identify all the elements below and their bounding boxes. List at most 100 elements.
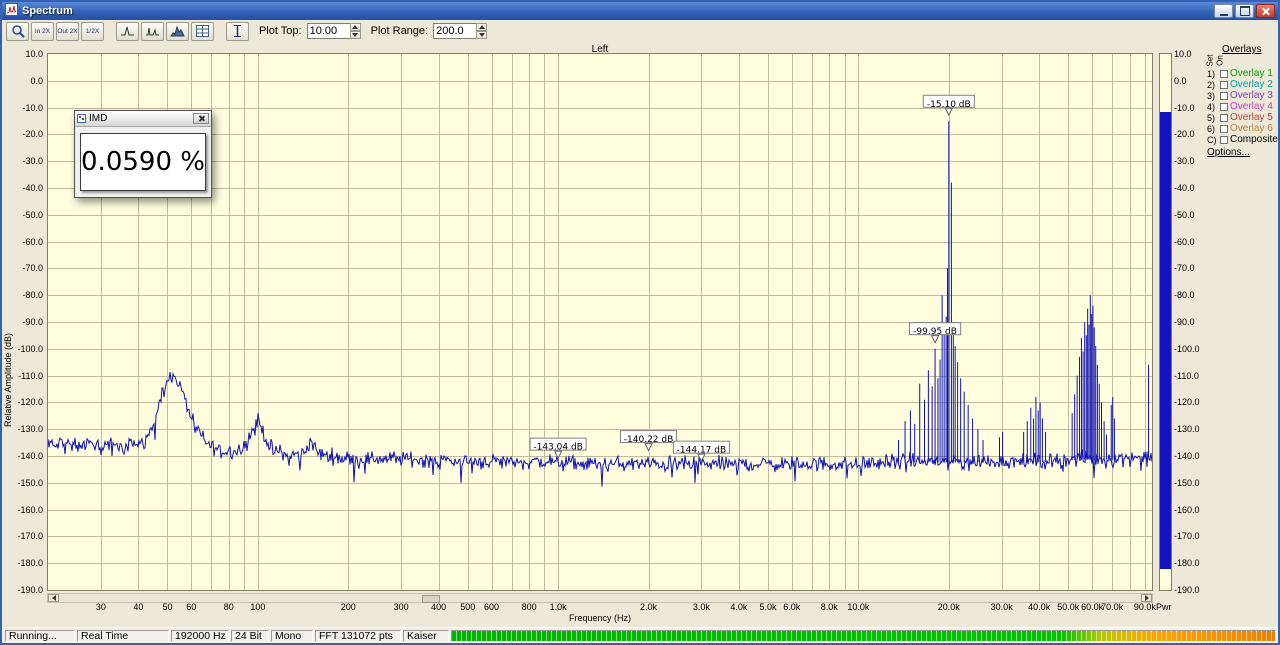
overlay-on-checkbox[interactable]	[1220, 91, 1228, 100]
x-axis-tick-label: 300	[393, 602, 409, 612]
y-axis-tick-label: -110.0	[1174, 370, 1199, 381]
x-axis-tick-label: 70.0k	[1101, 602, 1124, 612]
overlay-set-button[interactable]: C)	[1207, 135, 1218, 145]
spectrum-app-icon	[5, 3, 18, 19]
overlay-row: C) Composite	[1206, 134, 1278, 145]
cursor-measure-button[interactable]	[226, 21, 249, 41]
imd-value: 0.0590 %	[80, 132, 206, 191]
minimize-icon	[1219, 13, 1228, 16]
overlay-set-button[interactable]: 2)	[1207, 80, 1218, 90]
cursor-marker-label: -99.95 dB	[913, 327, 957, 337]
y-axis-tick-label: -160.0	[17, 504, 43, 515]
y-axis-tick-label: -130.0	[17, 424, 43, 435]
y-axis-tick-label: 0.0	[1174, 75, 1187, 86]
overlay-on-checkbox[interactable]	[1220, 124, 1228, 133]
overlay-set-button[interactable]: 3)	[1207, 91, 1218, 101]
overlay-label: Composite	[1230, 134, 1278, 145]
y-axis-tick-label: -130.0	[1174, 424, 1200, 435]
plot-top-input[interactable]	[306, 23, 350, 39]
zoom-button[interactable]	[6, 21, 29, 41]
cursor-marker: -143.04 dB	[529, 437, 587, 460]
zoom-out-2x-button[interactable]: Out 2X	[56, 21, 79, 41]
y-axis-tick-label: -80.0	[1174, 290, 1195, 301]
x-axis-tick-label: 10.0k	[847, 602, 870, 612]
overlay-label: Overlay 3	[1230, 90, 1273, 101]
y-axis-tick-label: -180.0	[17, 558, 43, 569]
x-axis-tick-label: 60	[186, 602, 197, 612]
maximize-button[interactable]	[1235, 4, 1254, 18]
plot-range-decrement-button[interactable]	[476, 31, 488, 39]
spectrum-window: Spectrum In 2X Out 2X 1/2X Plot Top: 10.…	[0, 0, 1280, 645]
arrow-right-icon	[1144, 595, 1152, 601]
overlays-options-button[interactable]: Options...	[1207, 147, 1250, 158]
imd-close-button[interactable]	[193, 113, 209, 124]
magnifier-icon	[11, 25, 25, 38]
cursor-marker-label: -143.04 dB	[533, 443, 583, 453]
y-axis-tick-label: -120.0	[17, 397, 43, 408]
dual-peak-plot-button[interactable]	[141, 21, 164, 41]
scroll-left-button[interactable]	[48, 594, 59, 602]
y-axis-tick-label: 0.0	[30, 75, 43, 86]
x-axis-tick-label: 500	[460, 602, 476, 612]
plot-frame: -15.10 dB -99.95 dB -143.04 dB -140.22 dB -1…	[47, 53, 1153, 591]
overlay-row: 4) Overlay 4	[1206, 101, 1278, 112]
overlays-list: 1) Overlay 1 2) Overlay 2 3) Overlay 3 4) Overl…	[1206, 68, 1278, 145]
overlay-on-checkbox[interactable]	[1220, 135, 1228, 144]
magnifier-in-2x-icon: In 2X	[34, 27, 51, 35]
overlay-label: Overlay 5	[1230, 112, 1273, 123]
scroll-right-button[interactable]	[1141, 594, 1152, 602]
maximize-icon	[1239, 6, 1250, 16]
arrow-left-icon	[49, 595, 56, 601]
overlay-set-button[interactable]: 6)	[1207, 124, 1218, 134]
zoom-half-button[interactable]: 1/2X	[81, 21, 104, 41]
toolbar: In 2X Out 2X 1/2X Plot Top: Plot Range:	[2, 20, 1278, 43]
spectrum-plot[interactable]: -15.10 dB -99.95 dB -143.04 dB -140.22 dB-1…	[48, 54, 1152, 590]
overlays-panel: Overlays Set On 1) Overlay 1 2) Overlay 2 3)…	[1206, 44, 1278, 204]
power-bar-meter	[1159, 53, 1172, 591]
spectrum-peaks	[898, 121, 1150, 463]
overlay-set-button[interactable]: 4)	[1207, 102, 1218, 112]
plot-top-decrement-button[interactable]	[349, 31, 361, 39]
y-axis-tick-label: -60.0	[1174, 236, 1195, 247]
imd-dialog-icon	[77, 114, 86, 123]
x-axis-tick-label: 200	[340, 602, 356, 612]
overlay-set-button[interactable]: 1)	[1207, 69, 1218, 79]
overlay-row: 6) Overlay 6	[1206, 123, 1278, 134]
overlay-on-checkbox[interactable]	[1220, 113, 1228, 122]
overlay-on-checkbox[interactable]	[1220, 80, 1228, 89]
arrow-up-icon	[478, 22, 485, 29]
x-axis-tick-label: 100	[250, 602, 266, 612]
plot-range-input[interactable]	[433, 23, 477, 39]
arrow-up-icon	[352, 22, 359, 29]
cursor-marker-label: -140.22 dB	[624, 435, 674, 445]
toolbar-separator	[216, 31, 224, 32]
overlay-set-button[interactable]: 5)	[1207, 113, 1218, 123]
status-channel-mode: Mono	[271, 629, 313, 642]
peak-plot-button[interactable]	[116, 21, 139, 41]
x-axis-tick-label: 1.0k	[549, 602, 567, 612]
plot-top-increment-button[interactable]	[349, 22, 361, 31]
x-axis-tick-label: 4.0k	[730, 602, 748, 612]
x-axis-title: Frequency (Hz)	[568, 613, 631, 623]
data-table-button[interactable]	[191, 21, 214, 41]
x-axis-tick-label: 600	[483, 602, 500, 612]
y-axis-tick-label: -190.0	[17, 585, 43, 595]
overlay-on-checkbox[interactable]	[1220, 102, 1228, 111]
plot-horizontal-scrollbar[interactable]	[47, 593, 1153, 603]
imd-dialog-titlebar[interactable]: IMD	[75, 111, 211, 127]
plot-grid	[48, 54, 1152, 590]
minimize-button[interactable]	[1214, 4, 1233, 18]
y-axis-tick-label: -70.0	[1174, 263, 1195, 274]
x-axis-tick-label: 8.0k	[820, 602, 838, 612]
plot-range-increment-button[interactable]	[476, 22, 488, 31]
close-button[interactable]	[1256, 4, 1275, 18]
overlay-on-checkbox[interactable]	[1220, 69, 1228, 78]
imd-dialog[interactable]: IMD 0.0590 %	[74, 110, 212, 198]
y-axis-tick-label: -40.0	[1174, 183, 1195, 193]
zoom-in-2x-button[interactable]: In 2X	[31, 21, 54, 41]
status-window-function: Kaiser	[403, 629, 449, 642]
window-title: Spectrum	[22, 5, 73, 17]
filled-plot-button[interactable]	[166, 21, 189, 41]
overlay-row: 5) Overlay 5	[1206, 112, 1278, 123]
x-axis-tick-label: 5.0k	[759, 602, 777, 612]
